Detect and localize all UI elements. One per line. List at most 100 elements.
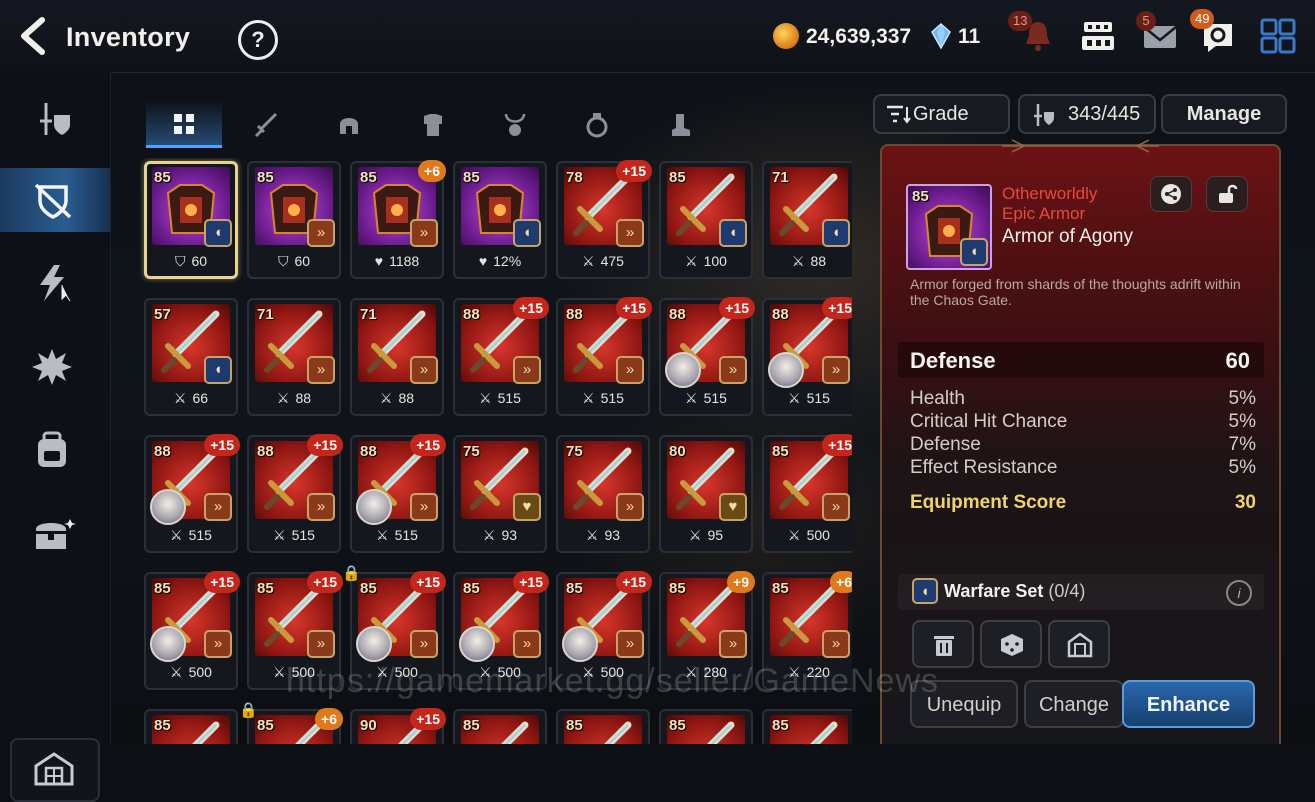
sell-button[interactable] (912, 620, 974, 668)
set-name: Warfare Set (0/4) (944, 581, 1085, 602)
share-button[interactable] (1150, 176, 1192, 212)
enhance-level-badge: +15 (410, 434, 446, 456)
reforge-button[interactable] (980, 620, 1042, 668)
inventory-item[interactable]: 85 » ⛉ 60 (247, 161, 341, 279)
storehouse-button[interactable] (10, 738, 100, 802)
enhance-button[interactable]: Enhance (1122, 680, 1255, 728)
item-level: 88 (669, 306, 686, 323)
tab-weapon[interactable] (228, 100, 304, 148)
team-formation-icon[interactable] (1078, 16, 1118, 56)
inventory-item[interactable]: 85» (556, 709, 650, 744)
substat-row: Defense 7% (910, 434, 1256, 457)
capacity-display[interactable]: 343/445 (1018, 94, 1156, 134)
set-icon: » (307, 356, 335, 384)
item-level: 85 (360, 580, 377, 597)
help-button[interactable]: ? (238, 20, 278, 60)
item-level: 85 (154, 717, 171, 734)
set-icon: » (513, 630, 541, 658)
attack-stat-icon: ⚔ (273, 527, 286, 543)
set-icon: ♥ (513, 493, 541, 521)
boots-icon (672, 114, 690, 136)
inventory-item[interactable]: 71 » ⚔ 88 (247, 298, 341, 416)
nav-materials[interactable] (0, 418, 110, 482)
tab-helmet[interactable] (310, 100, 386, 148)
inventory-item[interactable]: 78 +15 » ⚔ 475 (556, 160, 652, 279)
nav-storage[interactable] (0, 502, 110, 566)
change-button[interactable]: Change (1024, 680, 1124, 728)
inventory-item[interactable]: 90+15» (350, 708, 446, 744)
set-name-text: Warfare Set (944, 581, 1044, 601)
attack-stat-icon: ⚔ (688, 527, 702, 543)
item-level: 57 (154, 306, 171, 323)
equipped-hero-avatar (150, 626, 186, 662)
attack-stat-icon: ⚔ (379, 390, 393, 406)
gold-coin-icon[interactable] (773, 23, 799, 49)
inventory-item[interactable]: 85 +6 » ♥ 1188 (350, 160, 446, 279)
set-icon: » (410, 356, 438, 384)
inventory-item[interactable]: 88 +15 » ⚔ 515 (144, 434, 240, 553)
inventory-item[interactable]: 88 +15 » ⚔ 515 (762, 297, 852, 416)
grade-sort-button[interactable]: Grade (873, 94, 1010, 134)
inventory-item[interactable]: 85» (453, 709, 547, 744)
item-main-stat: ⚔ 95 (659, 527, 753, 544)
inventory-item[interactable]: 85» (659, 709, 753, 744)
tab-boots[interactable] (642, 100, 718, 148)
attack-stat-icon: ⚔ (685, 253, 698, 269)
nav-equipment[interactable] (0, 86, 110, 150)
inventory-item[interactable]: 88 +15 » ⚔ 515 (350, 434, 446, 553)
set-icon: » (204, 630, 232, 658)
inventory-item[interactable]: 71 » ⚔ 88 (350, 298, 444, 416)
back-arrow-icon[interactable] (14, 16, 54, 56)
attack-stat-icon: ⚔ (788, 527, 801, 543)
inventory-item[interactable]: 85 ◖ ⚔ 100 (659, 161, 753, 279)
stat-value: 93 (604, 527, 621, 543)
share-icon (1161, 184, 1181, 204)
lock-toggle-button[interactable] (1206, 176, 1248, 212)
enhance-level-badge: +6 (315, 708, 343, 730)
stat-value: 515 (600, 390, 624, 406)
item-level: 85 (463, 169, 480, 186)
manage-button[interactable]: Manage (1161, 94, 1287, 134)
set-info-button[interactable]: i (1226, 580, 1252, 606)
nav-unequipped[interactable] (0, 168, 110, 232)
tab-all[interactable] (146, 100, 222, 148)
crystal-icon[interactable] (930, 22, 952, 50)
inventory-item[interactable]: 85 +15 » ⚔ 500 (144, 571, 240, 690)
attack-stat-icon: ⚔ (170, 527, 183, 543)
set-icon: » (307, 219, 335, 247)
inventory-item[interactable]: 85+6»🔒 (239, 702, 343, 744)
item-level: 85 (669, 580, 686, 597)
nav-catalysts[interactable] (0, 334, 110, 398)
grid-menu-icon[interactable] (1258, 16, 1298, 56)
storage-button[interactable] (1048, 620, 1110, 668)
inventory-item[interactable]: 85» (762, 709, 852, 744)
inventory-item[interactable]: 75 ♥ ⚔ 93 (453, 435, 547, 553)
inventory-item[interactable]: 88 +15 » ⚔ 515 (659, 297, 755, 416)
stat-value: 95 (707, 527, 724, 543)
inventory-item[interactable]: 85 ◖ ⛉ 60 (144, 161, 238, 279)
inventory-item[interactable]: 85 ◖ ♥ 12% (453, 161, 547, 279)
inventory-item[interactable]: 85 +15 » ⚔ 500 (762, 434, 852, 553)
unlock-icon (1219, 184, 1238, 203)
item-main-stat: ⚔ 515 (453, 390, 547, 407)
tab-necklace[interactable] (476, 100, 552, 148)
item-main-stat: ⚔ 515 (247, 527, 341, 544)
item-level: 85 (257, 717, 274, 734)
nav-artifacts[interactable] (0, 250, 110, 314)
inventory-item[interactable]: 88 +15 » ⚔ 515 (556, 297, 652, 416)
inventory-item[interactable]: 57 ◖ ⚔ 66 (144, 298, 238, 416)
inventory-item[interactable]: 80 ♥ ⚔ 95 (659, 435, 753, 553)
inventory-item[interactable]: 88 +15 » ⚔ 515 (247, 434, 343, 553)
armor-icon (424, 114, 442, 136)
inventory-item[interactable]: 71 ◖ ⚔ 88 (762, 161, 852, 279)
item-main-stat: ⚔ 515 (659, 390, 753, 407)
tab-ring[interactable] (558, 100, 634, 148)
item-level: 75 (463, 443, 480, 460)
stat-value: 515 (497, 390, 521, 406)
inventory-item[interactable]: 88 +15 » ⚔ 515 (453, 297, 549, 416)
enhance-level-badge: +15 (307, 571, 343, 593)
inventory-item[interactable]: 75 » ⚔ 93 (556, 435, 650, 553)
inventory-item[interactable]: 85» (144, 709, 238, 744)
health-stat-icon: ♥ (478, 253, 488, 269)
tab-armor[interactable] (394, 100, 470, 148)
